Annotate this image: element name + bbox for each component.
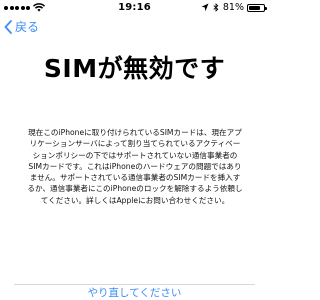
retry-button[interactable]: やり直してください [0,287,269,300]
back-button[interactable]: 戻る [4,20,39,34]
status-bar: 19:16 81% [0,0,269,16]
location-icon [201,3,209,12]
page-title: SIMが無効です [43,54,226,83]
chevron-left-icon [4,20,12,34]
description-text: 現在このiPhoneに取り付けられているSIMカードは、現在アプリケーションサー… [27,128,243,205]
back-label: 戻る [15,20,40,34]
bluetooth-icon [213,3,219,12]
battery-fill [249,5,261,10]
battery-icon [247,3,267,12]
divider [14,284,255,285]
status-right: 81% [201,2,267,13]
battery-tip [265,6,267,10]
battery-percent: 81% [222,2,244,13]
